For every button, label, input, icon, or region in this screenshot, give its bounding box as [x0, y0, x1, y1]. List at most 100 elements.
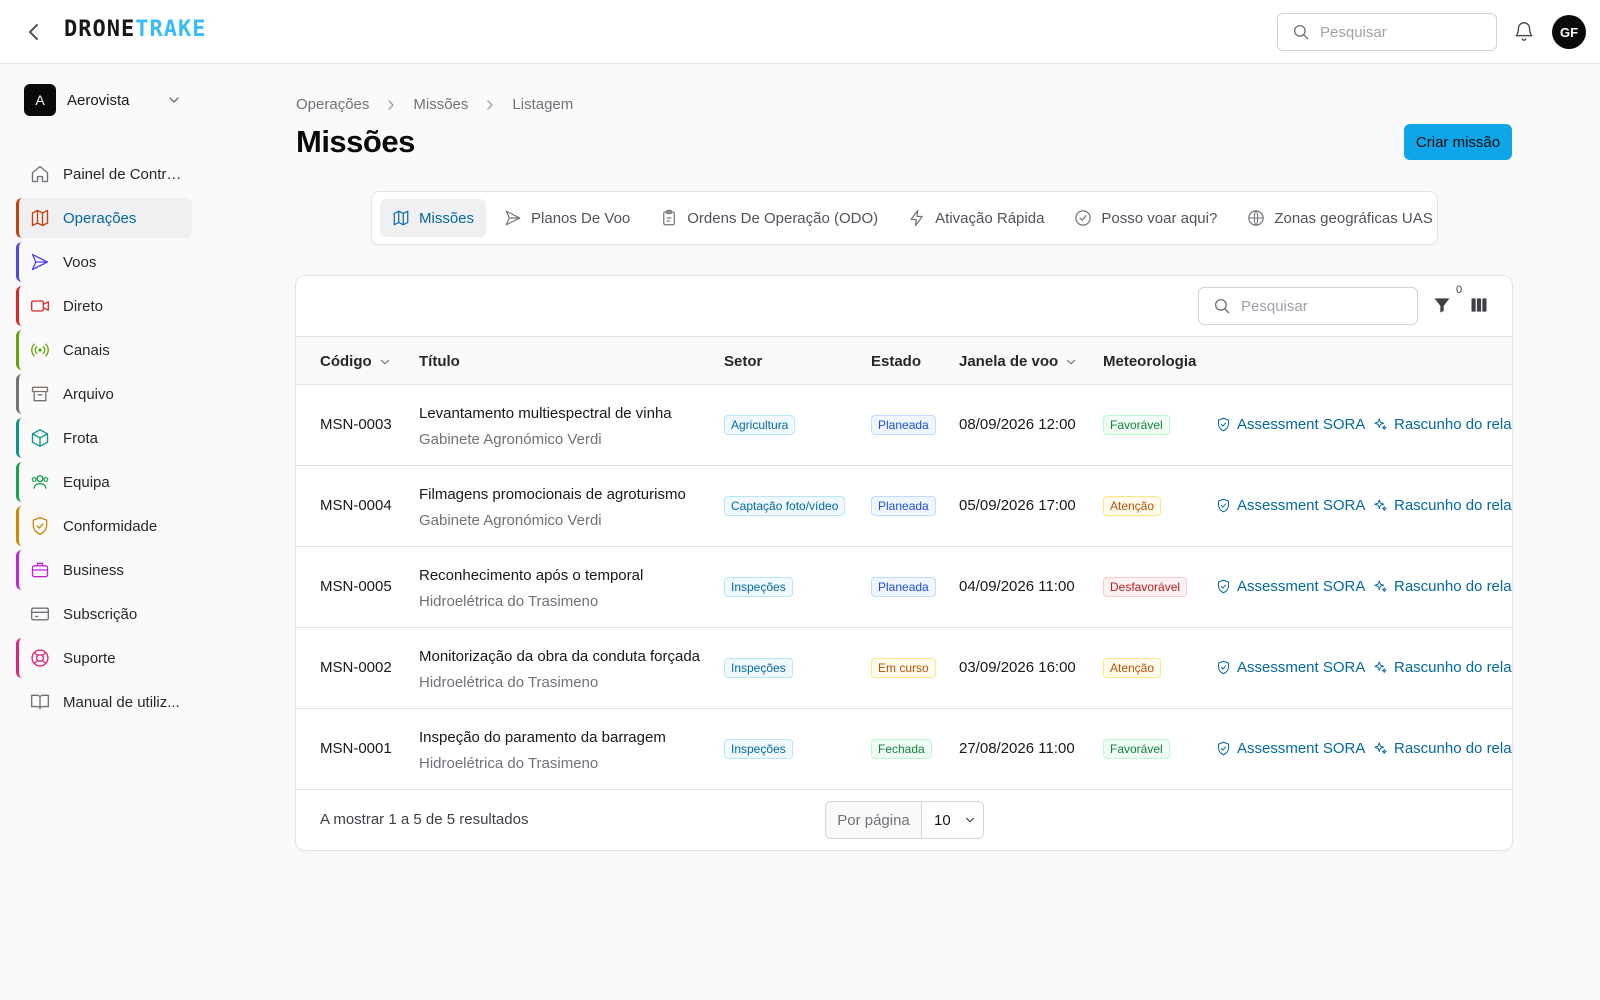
sidebar-item-label: Operações — [63, 209, 137, 227]
back-arrow-icon[interactable] — [22, 20, 46, 44]
sidebar-item-operacoes[interactable]: Operações — [16, 198, 192, 238]
send-icon — [504, 209, 522, 227]
columns-icon[interactable] — [1469, 295, 1489, 315]
tab-ordens-de-operacao-odo[interactable]: Ordens De Operação (ODO) — [648, 199, 890, 237]
breadcrumb-item-listagem: Listagem — [512, 96, 574, 113]
report-draft-link[interactable]: Rascunho do relat — [1373, 416, 1512, 433]
column-header-titulo: Título — [419, 353, 460, 370]
chevron-down-icon — [1064, 355, 1078, 369]
chevron-right-icon — [383, 97, 399, 113]
flight-window: 08/09/2026 12:00 — [959, 416, 1076, 433]
weather-badge: Desfavorável — [1103, 577, 1188, 597]
shield-check-icon — [1216, 660, 1231, 675]
tab-label: Ordens De Operação (ODO) — [687, 209, 879, 227]
sidebar-item-business[interactable]: Business — [16, 550, 192, 590]
org-switcher[interactable]: A Aerovista — [24, 84, 184, 116]
mission-title: Levantamento multiespectral de vinha — [419, 405, 672, 422]
action-label: Assessment SORA — [1237, 659, 1366, 676]
logo-text-trake: TRAKE — [135, 17, 207, 42]
tab-label: Missões — [419, 209, 475, 227]
column-header-janela[interactable]: Janela de voo — [959, 353, 1078, 370]
top-bar: DRONETRAKE GF — [0, 0, 1600, 64]
global-search-input[interactable] — [1320, 23, 1480, 41]
per-page-select[interactable]: 10 — [922, 802, 983, 838]
sidebar-item-arquivo[interactable]: Arquivo — [16, 374, 192, 414]
breadcrumb: Operações Missões Listagem — [296, 96, 573, 113]
tab-zonas-geograficas-uas[interactable]: Zonas geográficas UAS — [1235, 199, 1444, 237]
sidebar-item-canais[interactable]: Canais — [16, 330, 192, 370]
chevron-down-icon — [378, 355, 392, 369]
table-search[interactable] — [1198, 287, 1418, 325]
per-page-control: Por página 10 — [825, 801, 984, 839]
org-badge: A — [24, 84, 56, 116]
table-row[interactable]: MSN-0003 Levantamento multiespectral de v… — [296, 385, 1512, 466]
user-avatar[interactable]: GF — [1552, 15, 1586, 49]
table-row[interactable]: MSN-0004 Filmagens promocionais de agrotu… — [296, 466, 1512, 547]
map-icon — [392, 209, 410, 227]
sidebar-item-suporte[interactable]: Suporte — [16, 638, 192, 678]
column-header-setor: Setor — [724, 353, 762, 370]
action-label: Rascunho do relat — [1394, 497, 1513, 514]
mission-client: Hidroelétrica do Trasimeno — [419, 755, 599, 772]
weather-badge: Atenção — [1103, 496, 1162, 516]
sidebar-item-painel-de-controlo[interactable]: Painel de Controlo — [16, 154, 192, 194]
app-logo[interactable]: DRONETRAKE — [64, 17, 206, 42]
section-tabs: Missões Planos De Voo Ordens De Operação (… — [371, 191, 1438, 245]
sora-assessment-link[interactable]: Assessment SORA — [1216, 416, 1365, 433]
sora-assessment-link[interactable]: Assessment SORA — [1216, 659, 1365, 676]
tab-posso-voar-aqui[interactable]: Posso voar aqui? — [1062, 199, 1229, 237]
report-draft-link[interactable]: Rascunho do relat — [1373, 740, 1512, 757]
sidebar-item-conformidade[interactable]: Conformidade — [16, 506, 192, 546]
column-header-codigo[interactable]: Código — [320, 353, 392, 370]
report-draft-link[interactable]: Rascunho do relat — [1373, 497, 1513, 514]
sparkles-icon — [1373, 579, 1388, 594]
results-summary: A mostrar 1 a 5 de 5 resultados — [320, 811, 529, 828]
estado-cell: Fechada — [871, 739, 932, 759]
table-search-input[interactable] — [1241, 297, 1401, 315]
sidebar-item-label: Arquivo — [63, 385, 114, 403]
breadcrumb-item-operacoes[interactable]: Operações — [296, 96, 369, 113]
sparkles-icon — [1373, 660, 1388, 675]
shield-check-icon — [1216, 579, 1231, 594]
table-row[interactable]: MSN-0002 Monitorização da obra da conduta… — [296, 628, 1512, 709]
sidebar-item-voos[interactable]: Voos — [16, 242, 192, 282]
sidebar-item-frota[interactable]: Frota — [16, 418, 192, 458]
action-label: Assessment SORA — [1237, 497, 1366, 514]
table-row[interactable]: MSN-0005 Reconhecimento após o temporal Hi… — [296, 547, 1512, 628]
sora-assessment-link[interactable]: Assessment SORA — [1216, 578, 1365, 595]
mission-client: Hidroelétrica do Trasimeno — [419, 674, 599, 691]
missions-table-card: 0 Código Título Setor Estado Janela de v… — [295, 275, 1513, 851]
filter-icon[interactable] — [1432, 295, 1452, 315]
sora-assessment-link[interactable]: Assessment SORA — [1216, 497, 1365, 514]
table-header: Código Título Setor Estado Janela de voo… — [296, 336, 1512, 385]
flight-window: 27/08/2026 11:00 — [959, 740, 1075, 757]
bell-icon[interactable] — [1513, 20, 1535, 42]
create-mission-button[interactable]: Criar missão — [1404, 124, 1512, 160]
chevron-right-icon — [482, 97, 498, 113]
global-search[interactable] — [1277, 13, 1497, 51]
report-draft-link[interactable]: Rascunho do relat — [1373, 659, 1513, 676]
mission-code: MSN-0002 — [320, 659, 392, 676]
column-label: Estado — [871, 353, 922, 370]
sidebar-item-subscricao[interactable]: Subscrição — [16, 594, 192, 634]
shield-check-icon — [30, 516, 50, 536]
tab-ativacao-rapida[interactable]: Ativação Rápida — [896, 199, 1056, 237]
report-draft-link[interactable]: Rascunho do relat — [1373, 578, 1512, 595]
action-label: Rascunho do relat — [1394, 659, 1513, 676]
chevron-down-icon — [166, 92, 182, 108]
tab-label: Planos De Voo — [531, 209, 631, 227]
sidebar-item-equipa[interactable]: Equipa — [16, 462, 192, 502]
search-icon — [1213, 297, 1231, 315]
tab-missoes[interactable]: Missões — [380, 199, 487, 237]
sora-assessment-link[interactable]: Assessment SORA — [1216, 740, 1365, 757]
users-icon — [30, 472, 50, 492]
sidebar-item-manual-de-utiliz[interactable]: Manual de utiliz... — [16, 682, 192, 722]
tab-planos-de-voo[interactable]: Planos De Voo — [492, 199, 642, 237]
table-row[interactable]: MSN-0001 Inspeção do paramento da barrage… — [296, 709, 1512, 790]
breadcrumb-item-missoes[interactable]: Missões — [413, 96, 468, 113]
box-icon — [30, 428, 50, 448]
setor-cell: Inspeções — [724, 739, 793, 759]
table-body: MSN-0003 Levantamento multiespectral de v… — [296, 385, 1512, 790]
sidebar-item-direto[interactable]: Direto — [16, 286, 192, 326]
column-label: Meteorologia — [1103, 353, 1197, 370]
